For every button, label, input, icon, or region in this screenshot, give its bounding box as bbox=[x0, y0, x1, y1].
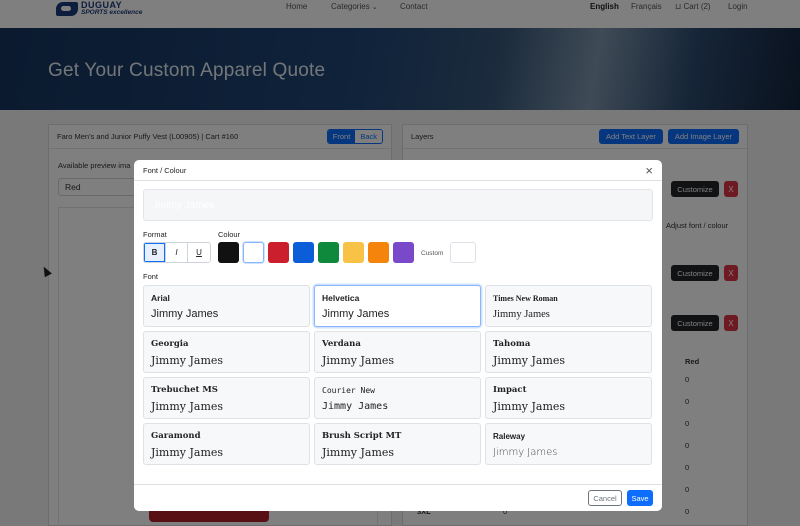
font-option-brush-script-mt[interactable]: Brush Script MT Jimmy James bbox=[314, 423, 481, 465]
font-name: Verdana bbox=[322, 339, 361, 349]
font-option-courier-new[interactable]: Courier New Jimmy James bbox=[314, 377, 481, 419]
font-name: Arial bbox=[151, 293, 170, 303]
text-preview: Jimmy James bbox=[143, 189, 653, 221]
font-name: Courier New bbox=[322, 386, 375, 395]
font-sample: Jimmy James bbox=[151, 308, 219, 320]
font-option-arial[interactable]: Arial Jimmy James bbox=[143, 285, 310, 327]
font-option-times-new-roman[interactable]: Times New Roman Jimmy James bbox=[485, 285, 652, 327]
italic-button[interactable]: I bbox=[166, 243, 188, 262]
colour-label: Colour bbox=[218, 230, 241, 239]
font-sample: Jimmy James bbox=[151, 354, 224, 367]
save-button[interactable]: Save bbox=[627, 490, 653, 506]
bold-button[interactable]: B bbox=[144, 243, 166, 262]
font-name: Garamond bbox=[151, 431, 201, 441]
modal-footer: Cancel Save bbox=[134, 484, 662, 511]
close-icon[interactable]: × bbox=[645, 164, 653, 177]
font-sample: Jimmy James bbox=[493, 354, 566, 367]
custom-colour-picker[interactable] bbox=[450, 242, 476, 263]
font-sample: Jimmy James bbox=[322, 354, 395, 367]
colour-swatch-black[interactable] bbox=[218, 242, 239, 263]
colour-swatch-yellow[interactable] bbox=[343, 242, 364, 263]
format-button-group: B I U bbox=[143, 242, 211, 263]
font-option-helvetica[interactable]: Helvetica Jimmy James bbox=[314, 285, 481, 327]
font-sample: Jimmy James bbox=[493, 447, 558, 458]
font-sample: Jimmy James bbox=[151, 400, 224, 413]
colour-swatch-red[interactable] bbox=[268, 242, 289, 263]
font-sample: Jimmy James bbox=[322, 401, 389, 412]
font-option-georgia[interactable]: Georgia Jimmy James bbox=[143, 331, 310, 373]
font-label: Font bbox=[143, 272, 159, 281]
font-colour-modal: Font / Colour × Jimmy James Format B I U… bbox=[134, 160, 662, 511]
custom-colour-label: Custom bbox=[421, 250, 444, 257]
font-sample: Jimmy James bbox=[322, 446, 395, 459]
font-name: Tahoma bbox=[493, 339, 531, 349]
font-sample: Jimmy James bbox=[493, 309, 550, 320]
cancel-button[interactable]: Cancel bbox=[588, 490, 622, 506]
modal-title: Font / Colour bbox=[143, 165, 187, 175]
format-label: Format bbox=[143, 230, 167, 239]
font-name: Times New Roman bbox=[493, 294, 558, 303]
font-name: Raleway bbox=[493, 432, 526, 441]
font-name: Impact bbox=[493, 385, 527, 395]
colour-swatch-green[interactable] bbox=[318, 242, 339, 263]
colour-swatch-white[interactable] bbox=[243, 242, 264, 263]
font-name: Helvetica bbox=[322, 293, 360, 303]
colour-swatch-blue[interactable] bbox=[293, 242, 314, 263]
font-option-tahoma[interactable]: Tahoma Jimmy James bbox=[485, 331, 652, 373]
font-name: Georgia bbox=[151, 339, 189, 349]
font-sample: Jimmy James bbox=[493, 400, 566, 413]
colour-swatch-orange[interactable] bbox=[368, 242, 389, 263]
font-name: Brush Script MT bbox=[322, 431, 402, 441]
font-sample: Jimmy James bbox=[322, 308, 390, 320]
font-option-garamond[interactable]: Garamond Jimmy James bbox=[143, 423, 310, 465]
font-name: Trebuchet MS bbox=[151, 385, 218, 395]
preview-text: Jimmy James bbox=[153, 199, 215, 211]
font-option-raleway[interactable]: Raleway Jimmy James bbox=[485, 423, 652, 465]
font-option-impact[interactable]: Impact Jimmy James bbox=[485, 377, 652, 419]
colour-swatch-purple[interactable] bbox=[393, 242, 414, 263]
font-option-verdana[interactable]: Verdana Jimmy James bbox=[314, 331, 481, 373]
underline-button[interactable]: U bbox=[188, 243, 210, 262]
font-option-trebuchet-ms[interactable]: Trebuchet MS Jimmy James bbox=[143, 377, 310, 419]
font-sample: Jimmy James bbox=[151, 446, 224, 459]
